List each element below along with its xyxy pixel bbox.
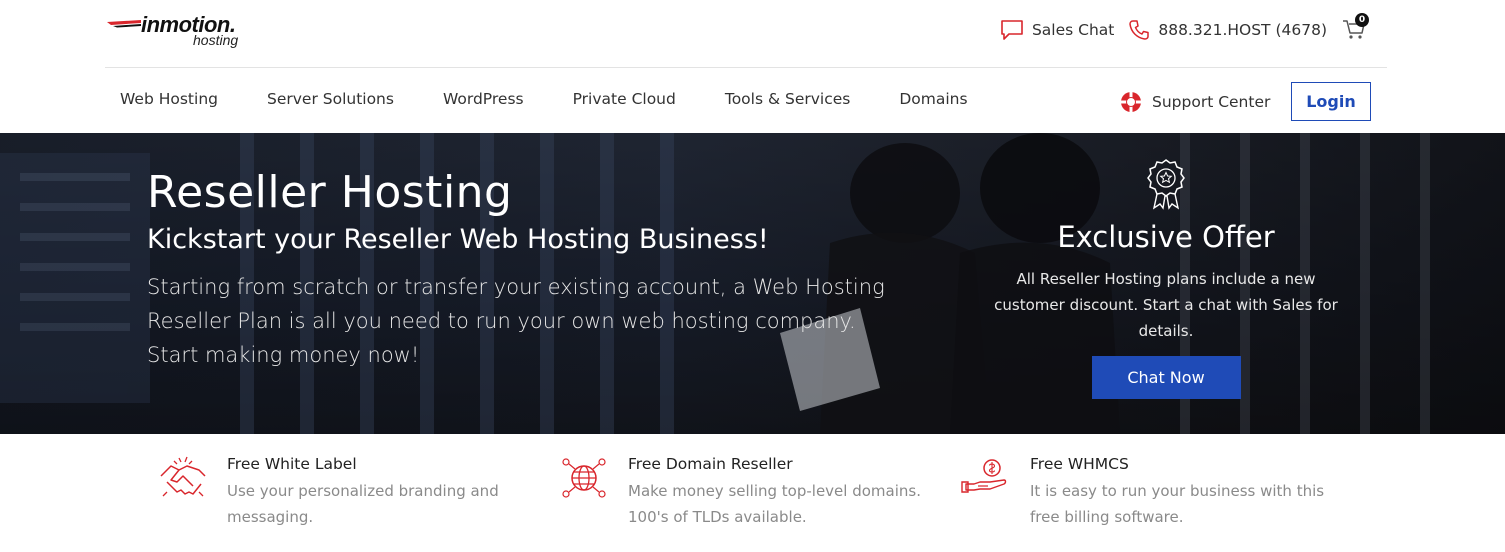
nav-web-hosting[interactable]: Web Hosting <box>120 90 218 108</box>
logo-swoosh-icon <box>107 20 141 28</box>
chat-bubble-icon <box>1001 20 1023 40</box>
sales-chat-link[interactable]: Sales Chat <box>1000 19 1114 41</box>
sales-chat-label: Sales Chat <box>1031 21 1115 39</box>
billing-icon <box>961 459 1007 493</box>
chat-now-button[interactable]: Chat Now <box>1091 356 1241 399</box>
feature-description: It is easy to run your business with thi… <box>1030 482 1325 526</box>
offer-title: Exclusive Offer <box>1057 220 1275 254</box>
support-center-label: Support Center <box>1152 93 1271 111</box>
inmotion-hosting-logo[interactable]: inmotion. hosting <box>107 10 267 52</box>
feature-title: Free White Label <box>227 455 357 473</box>
feature-free-white-label: Free White Label Use your personalized b… <box>157 452 527 530</box>
lifebuoy-icon <box>1121 92 1141 112</box>
nav-tools-services[interactable]: Tools & Services <box>725 90 850 108</box>
hero-title: Reseller Hosting <box>147 167 513 218</box>
cart-count-badge: 0 <box>1355 13 1369 27</box>
handshake-icon <box>160 456 206 497</box>
hero-banner: Reseller Hosting Kickstart your Reseller… <box>0 133 1505 434</box>
feature-title: Free WHMCS <box>1030 455 1129 473</box>
hero-subtitle: Kickstart your Reseller Web Hosting Busi… <box>147 224 769 255</box>
globe-icon <box>562 458 606 498</box>
phone-icon <box>1129 20 1150 40</box>
top-utility-links: Sales Chat 888.321.HOST (4678) 0 <box>986 10 1369 50</box>
feature-free-domain-reseller: Free Domain Reseller Make money selling … <box>558 452 928 530</box>
features-strip: Free White Label Use your personalized b… <box>0 434 1505 552</box>
feature-title: Free Domain Reseller <box>628 455 793 473</box>
nav-domains[interactable]: Domains <box>899 90 967 108</box>
feature-description: Use your personalized branding and messa… <box>227 482 499 526</box>
nav-server-solutions[interactable]: Server Solutions <box>267 90 394 108</box>
exclusive-offer-panel: Exclusive Offer All Reseller Hosting pla… <box>990 158 1342 399</box>
logo-subtext: hosting <box>193 32 239 48</box>
hero-description: Starting from scratch or transfer your e… <box>147 275 885 367</box>
phone-link[interactable]: 888.321.HOST (4678) <box>1128 19 1327 41</box>
nav-wordpress[interactable]: WordPress <box>443 90 524 108</box>
support-center-link[interactable]: Support Center <box>1119 90 1270 114</box>
feature-description: Make money selling top-level domains. 10… <box>628 482 921 526</box>
main-navigation: Web Hosting Server Solutions WordPress P… <box>105 68 1387 133</box>
offer-text: All Reseller Hosting plans include a new… <box>994 270 1338 340</box>
award-badge-icon <box>1147 159 1185 210</box>
top-bar: inmotion. hosting Sales Chat 888.321.HOS… <box>105 0 1387 68</box>
nav-private-cloud[interactable]: Private Cloud <box>573 90 676 108</box>
cart-button[interactable]: 0 <box>1341 13 1369 45</box>
login-button[interactable]: Login <box>1291 82 1371 121</box>
phone-number: 888.321.HOST (4678) <box>1158 21 1327 39</box>
feature-free-whmcs: Free WHMCS It is easy to run your busine… <box>960 452 1330 530</box>
